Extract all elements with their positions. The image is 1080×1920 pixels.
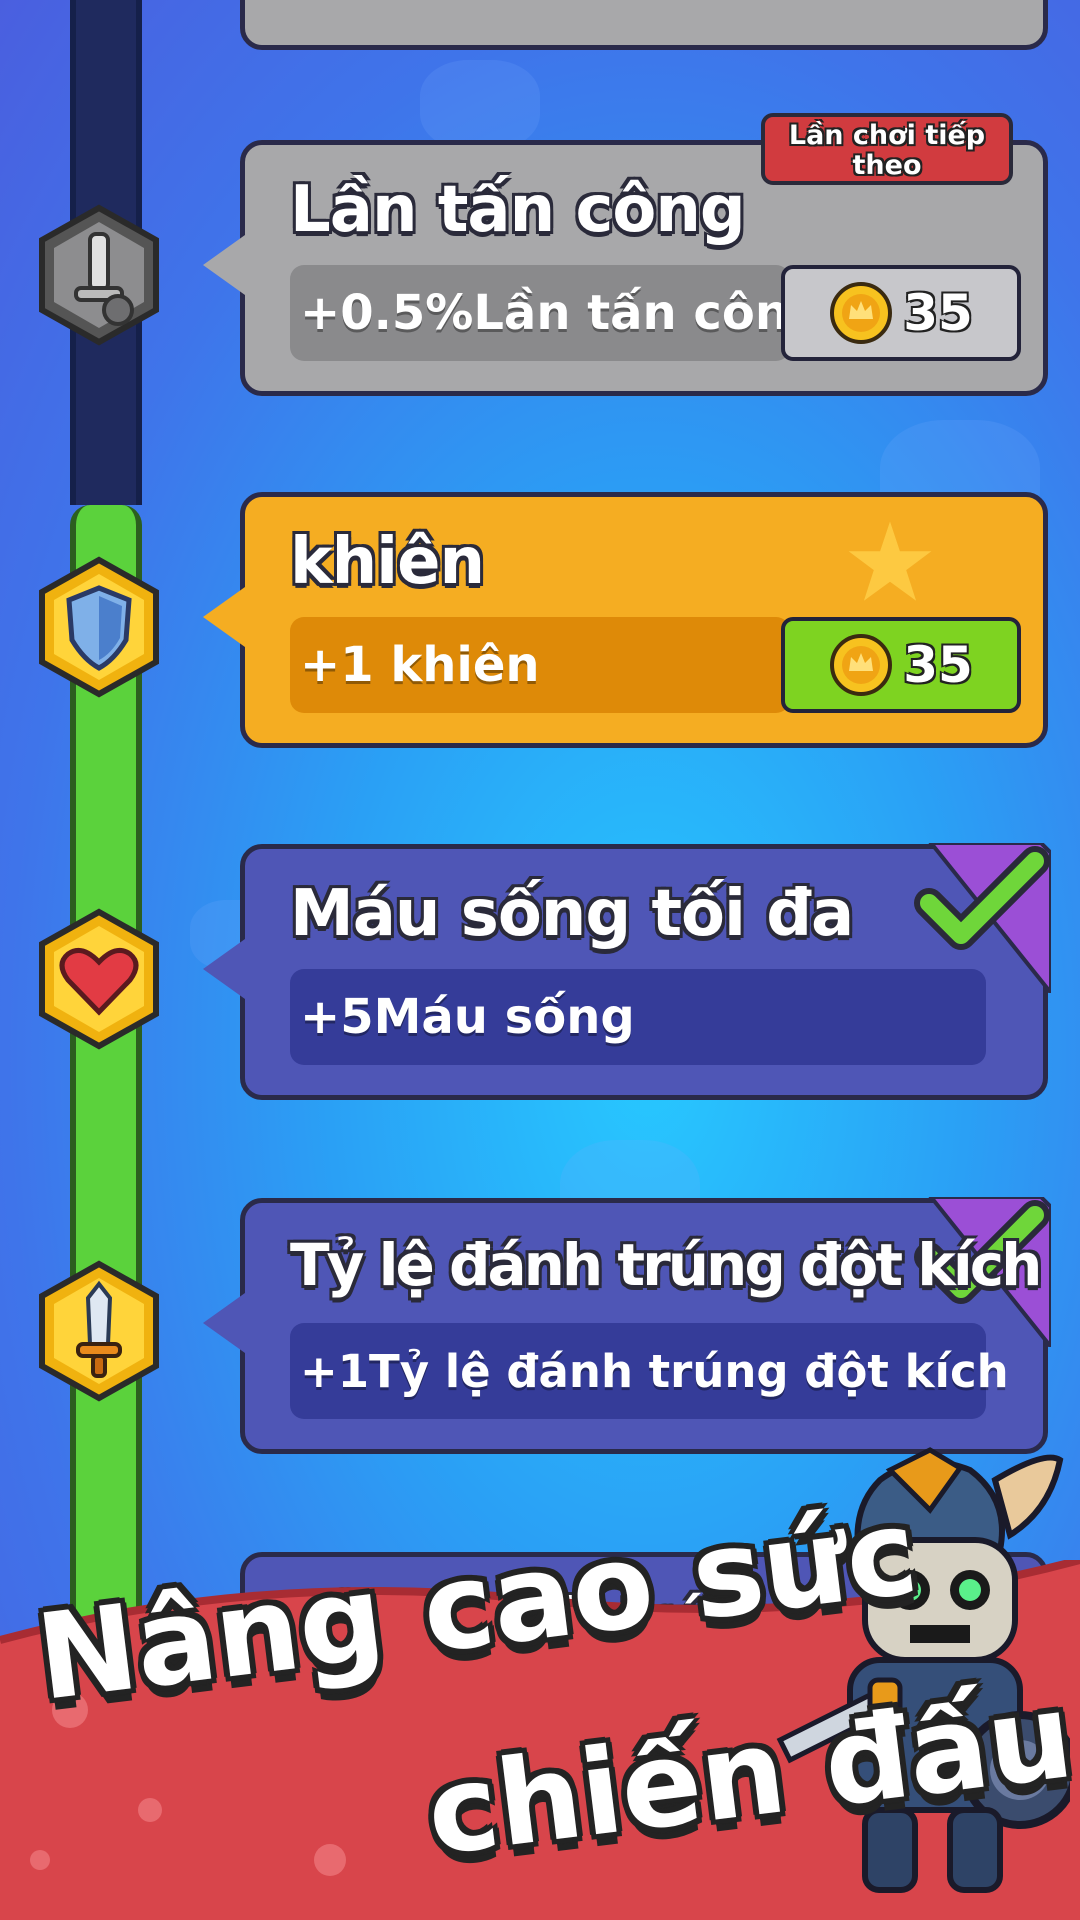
sword-target-icon [34, 204, 164, 346]
bg-shape [420, 60, 540, 150]
heart-icon [34, 908, 164, 1050]
price-label: 35 [903, 636, 973, 694]
upgrade-bonus: +1Tỷ lệ đánh trúng đột kích [290, 1323, 1009, 1419]
upgrade-card-attack: Lần chơi tiếp theo Lần tấn công +0.5%Lần… [203, 113, 1048, 396]
coin-icon [830, 634, 893, 696]
upgrade-card-max-hp: Máu sống tối đa +5Máu sống [203, 843, 1051, 1100]
coin-icon [830, 282, 893, 344]
upgrade-title: khiên [290, 525, 485, 599]
star-icon [848, 521, 932, 601]
upgrade-title: Tỷ lệ đánh trúng đột kích [290, 1231, 1042, 1299]
upgrade-card-crit-rate: Tỷ lệ đánh trúng đột kích +1Tỷ lệ đánh t… [203, 1197, 1051, 1454]
upgrade-card-shield: khiên +1 khiên 35 [203, 492, 1048, 748]
buy-button-disabled[interactable]: 35 [781, 265, 1021, 361]
upgrade-bonus: +0.5%Lần tấn công [290, 265, 823, 361]
upgrade-title: Máu sống tối đa [290, 877, 854, 951]
buy-button[interactable]: 35 [781, 617, 1021, 713]
upgrade-card-partial [240, 0, 1048, 50]
shield-icon [34, 556, 164, 698]
upgrade-title: Lần tấn công [290, 173, 746, 247]
upgrade-bonus: +5Máu sống [290, 969, 986, 1065]
sword-icon [34, 1260, 164, 1402]
upgrade-bonus: +1 khiên [290, 617, 790, 713]
next-play-badge: Lần chơi tiếp theo [761, 113, 1013, 185]
price-label: 35 [903, 284, 973, 342]
